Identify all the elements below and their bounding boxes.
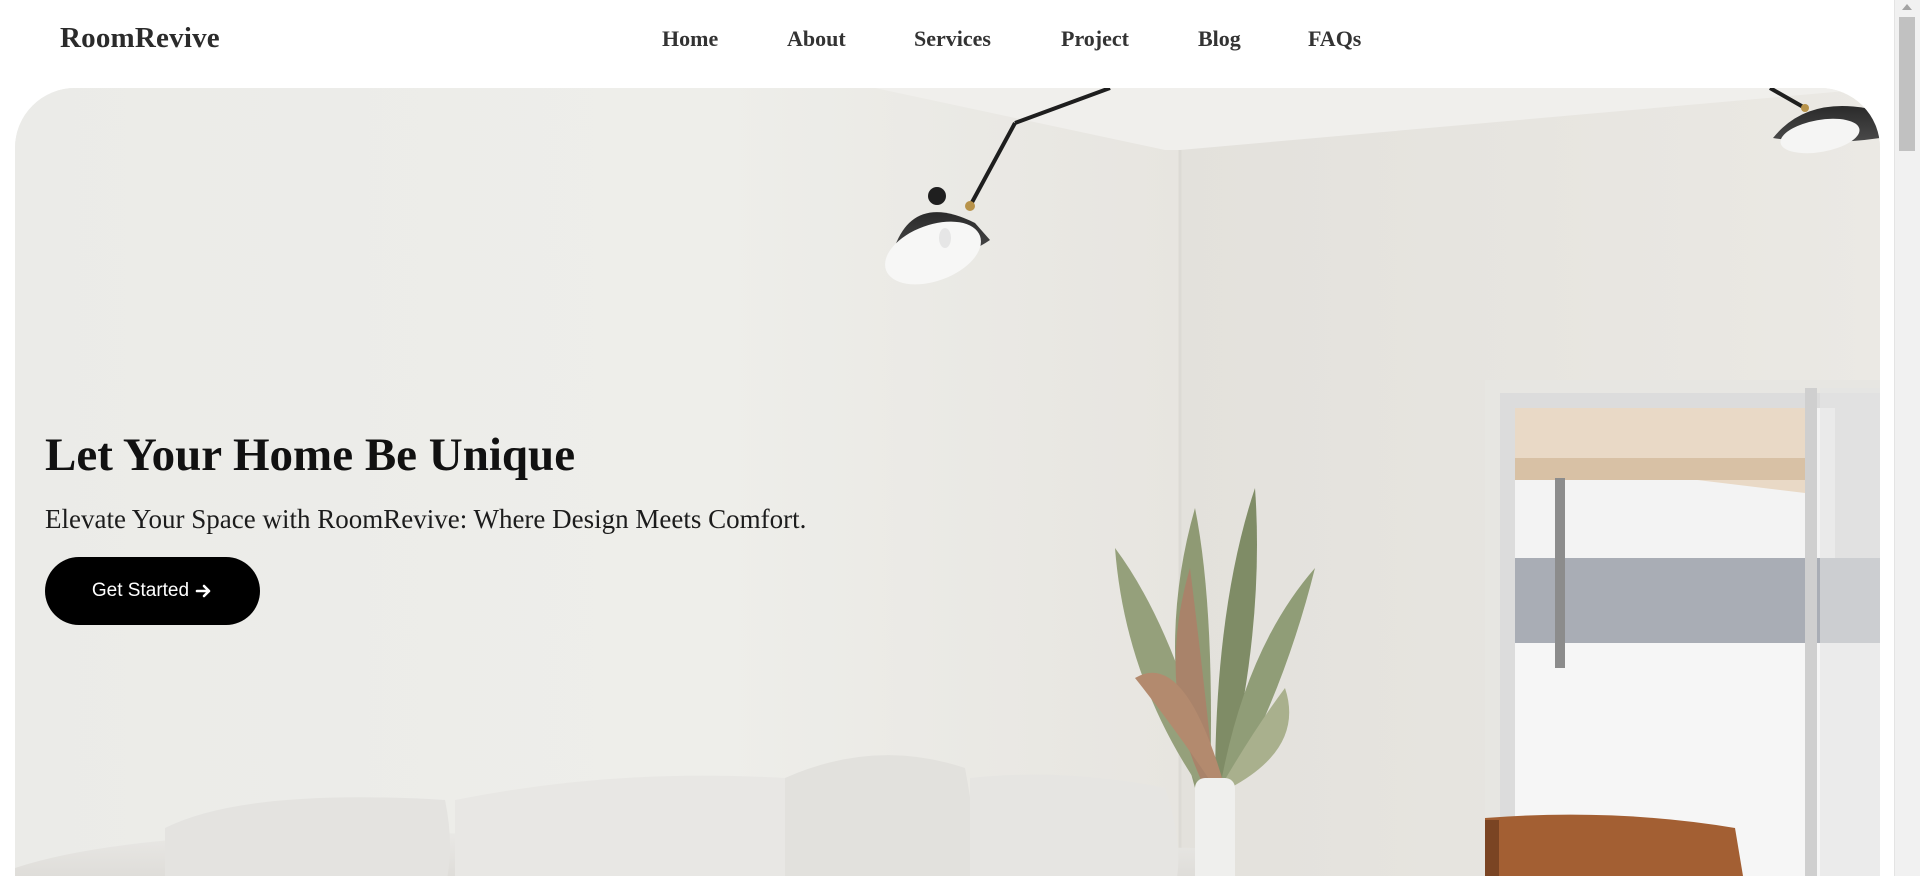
page-scrollbar[interactable] xyxy=(1894,0,1920,876)
nav-link-home[interactable]: Home xyxy=(662,26,718,52)
get-started-label: Get Started xyxy=(91,579,190,601)
nav-link-about[interactable]: About xyxy=(787,26,846,52)
scrollbar-thumb[interactable] xyxy=(1899,17,1915,151)
hero-subtitle: Elevate Your Space with RoomRevive: Wher… xyxy=(45,503,807,534)
nav-link-faqs[interactable]: FAQs xyxy=(1308,26,1361,52)
nav-link-project[interactable]: Project xyxy=(1061,26,1129,52)
hero-content: Let Your Home Be Unique Elevate Your Spa… xyxy=(45,429,807,625)
navbar: RoomRevive Home About Services Project B… xyxy=(0,0,1895,88)
nav-link-services[interactable]: Services xyxy=(914,26,991,52)
nav-link-blog[interactable]: Blog xyxy=(1198,26,1241,52)
main-nav: Home About Services Project Blog FAQs xyxy=(0,26,1895,56)
get-started-button[interactable]: Get Started xyxy=(45,556,260,625)
hero-section: Let Your Home Be Unique Elevate Your Spa… xyxy=(15,88,1880,876)
arrow-right-icon xyxy=(195,584,211,597)
hero-title: Let Your Home Be Unique xyxy=(45,429,576,481)
scroll-up-icon[interactable] xyxy=(1902,4,1912,10)
page: RoomRevive Home About Services Project B… xyxy=(0,0,1920,876)
